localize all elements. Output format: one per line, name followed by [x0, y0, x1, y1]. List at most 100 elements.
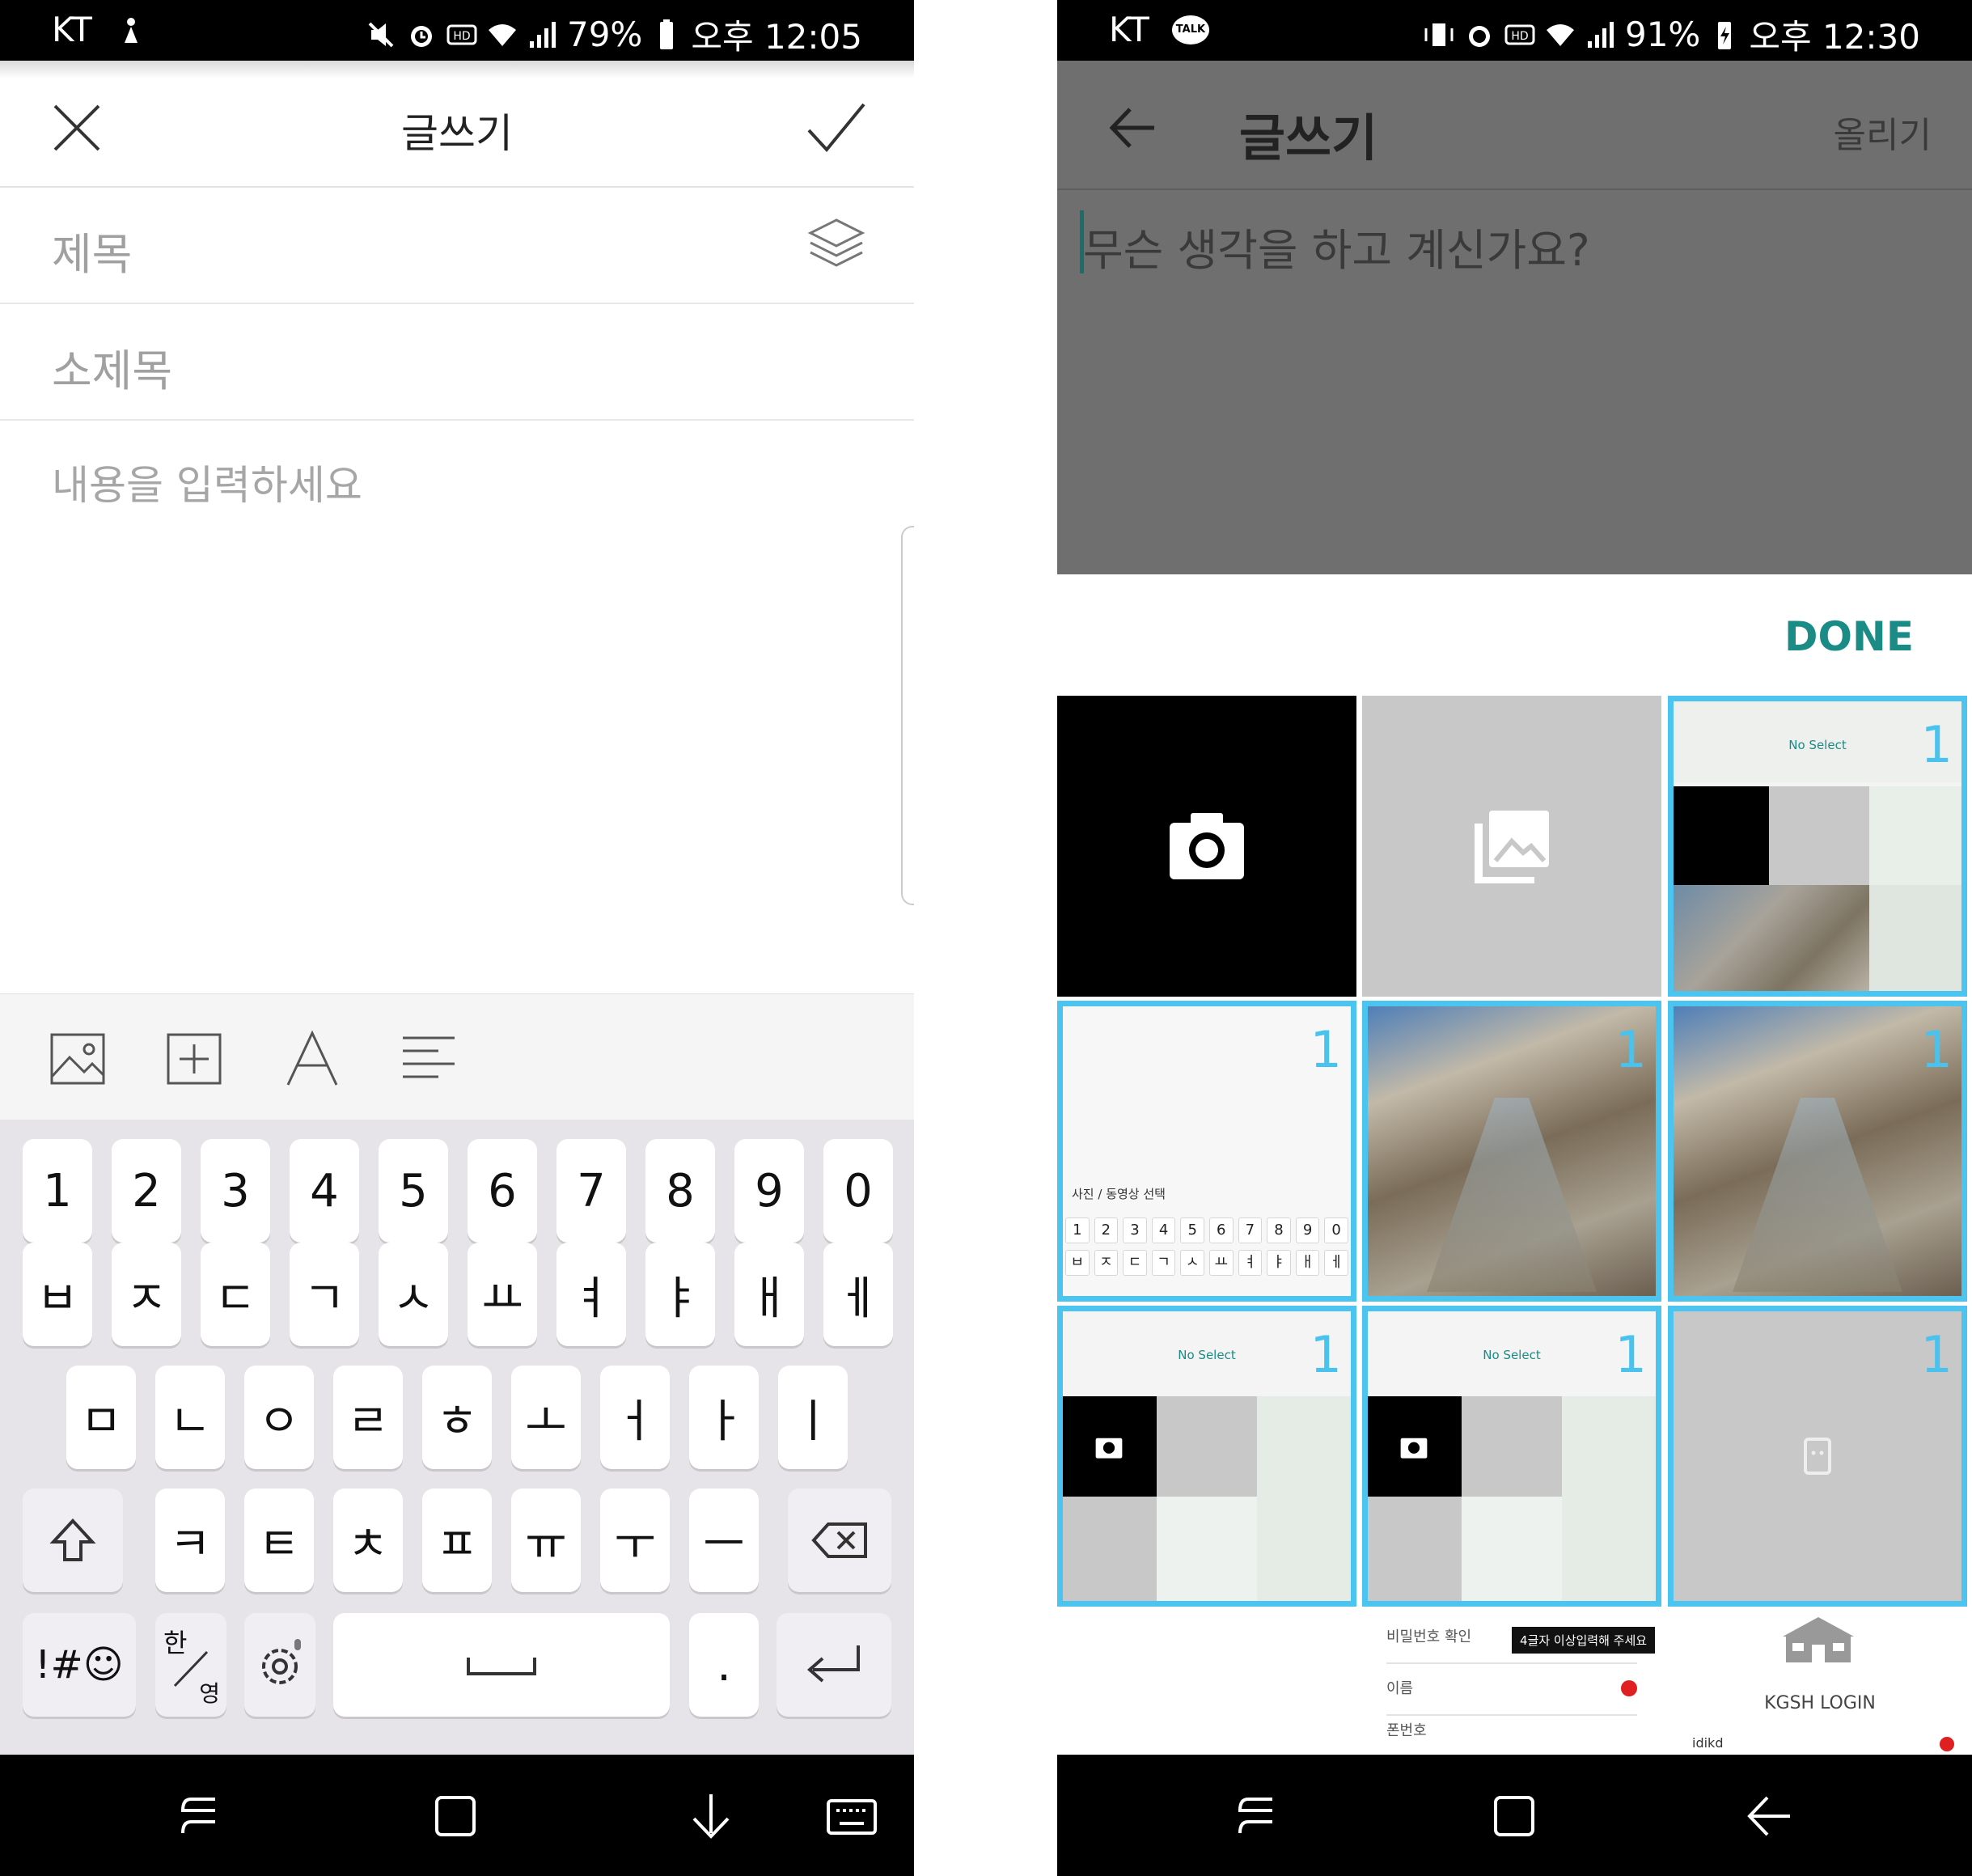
- key-row1-5[interactable]: 6: [468, 1139, 537, 1243]
- vibrate-icon: [1424, 23, 1454, 46]
- thumbnail-screenshot-4[interactable]: No Select 1: [1362, 1306, 1661, 1607]
- compose-input-placeholder[interactable]: 무슨 생각을 하고 계신가요?: [1083, 214, 1590, 278]
- key-row2-8[interactable]: ㅐ: [734, 1243, 804, 1346]
- key-row3-3[interactable]: ㄹ: [333, 1366, 403, 1469]
- wifi-icon: [488, 23, 516, 46]
- key-row2-9[interactable]: ㅔ: [823, 1243, 893, 1346]
- key-row2-6[interactable]: ㅕ: [556, 1243, 626, 1346]
- thumbnail-street-photo-2[interactable]: 1: [1668, 1001, 1967, 1302]
- key-row2-0[interactable]: ㅂ: [23, 1243, 92, 1346]
- key-row1-7[interactable]: 8: [645, 1139, 715, 1243]
- recent-apps-icon[interactable]: [175, 1791, 225, 1841]
- key-row3-2[interactable]: ㅇ: [244, 1366, 314, 1469]
- key-row1-9[interactable]: 0: [823, 1139, 893, 1243]
- scroll-handle[interactable]: [901, 526, 914, 905]
- mute-icon: [368, 22, 394, 47]
- subtitle-placeholder: 소제목: [52, 345, 173, 396]
- key-row4-6[interactable]: ㅡ: [689, 1489, 759, 1592]
- layers-icon[interactable]: [807, 215, 865, 273]
- back-arrow-icon[interactable]: [1106, 101, 1159, 155]
- body-placeholder[interactable]: 내용을 입력하세요: [52, 453, 362, 511]
- phone-field: 폰번호: [1386, 1719, 1637, 1755]
- picker-action-bar: DONE: [1057, 574, 1972, 696]
- left-phone-screen: KT HD 79% 오후 12:05 글쓰기 제목 소제목 내용을 입력하세요: [0, 0, 914, 1876]
- key-row1-8[interactable]: 9: [734, 1139, 804, 1243]
- key-row1-4[interactable]: 5: [379, 1139, 448, 1243]
- key-row3-8[interactable]: ㅣ: [778, 1366, 848, 1469]
- key-row2-2[interactable]: ㄷ: [201, 1243, 270, 1346]
- camera-tile[interactable]: [1057, 696, 1356, 997]
- subtitle-field[interactable]: 소제목: [0, 304, 914, 421]
- selection-count: 1: [1920, 1325, 1953, 1384]
- key-row1-1[interactable]: 2: [112, 1139, 181, 1243]
- page-title: 글쓰기: [1239, 108, 1378, 167]
- thumbnail-screenshot-2[interactable]: 1 사진 / 동영상 선택 1234567890 ㅂㅈㄷㄱㅅㅛㅕㅑㅐㅔ: [1057, 1001, 1356, 1302]
- key-row1-3[interactable]: 4: [290, 1139, 359, 1243]
- add-box-icon[interactable]: [165, 1030, 223, 1088]
- key-row1-0[interactable]: 1: [23, 1139, 92, 1243]
- key-row1-6[interactable]: 7: [556, 1139, 626, 1243]
- thumbnail-partial-signup[interactable]: 비밀번호 확인 4글자 이상입력해 주세요 이름 폰번호: [1362, 1616, 1661, 1755]
- key-row4-1[interactable]: ㅌ: [244, 1489, 314, 1592]
- post-button[interactable]: 올리기: [1834, 106, 1932, 158]
- carrier-label: KT: [1109, 10, 1149, 49]
- enter-key[interactable]: [777, 1613, 891, 1717]
- font-icon[interactable]: [283, 1030, 341, 1088]
- thumbnail-screenshot-1[interactable]: No Select 1: [1668, 696, 1967, 997]
- key-row3-1[interactable]: ㄴ: [155, 1366, 225, 1469]
- key-row4-3[interactable]: ㅍ: [422, 1489, 492, 1592]
- key-row4-4[interactable]: ㅠ: [511, 1489, 581, 1592]
- space-glyph: [467, 1658, 536, 1675]
- key-row3-7[interactable]: ㅏ: [689, 1366, 759, 1469]
- keyboard-icon[interactable]: [827, 1791, 877, 1841]
- home-icon[interactable]: [430, 1791, 480, 1841]
- thumbnail-street-photo-1[interactable]: 1: [1362, 1001, 1661, 1302]
- shift-key[interactable]: [23, 1489, 123, 1592]
- key-row2-5[interactable]: ㅛ: [468, 1243, 537, 1346]
- check-icon[interactable]: [804, 96, 869, 161]
- key-row2-4[interactable]: ㅅ: [379, 1243, 448, 1346]
- image-icon[interactable]: [49, 1030, 107, 1088]
- key-row3-5[interactable]: ㅗ: [511, 1366, 581, 1469]
- thumbnail-partial-1[interactable]: [1057, 1616, 1356, 1755]
- broken-image-icon: [1804, 1438, 1831, 1475]
- symbols-key[interactable]: !#☺: [23, 1613, 136, 1717]
- gallery-tile[interactable]: [1362, 696, 1661, 997]
- key-row2-1[interactable]: ㅈ: [112, 1243, 181, 1346]
- dimmed-compose-area: 글쓰기 올리기 무슨 생각을 하고 계신가요?: [1057, 61, 1972, 574]
- carrier-label: KT: [52, 10, 92, 49]
- validation-toast: 4글자 이상입력해 주세요: [1512, 1627, 1656, 1654]
- home-icon[interactable]: [1489, 1791, 1539, 1841]
- error-icon: [1621, 1680, 1637, 1696]
- key-row4-2[interactable]: ㅊ: [333, 1489, 403, 1592]
- key-row4-5[interactable]: ㅜ: [600, 1489, 670, 1592]
- title-field[interactable]: 제목: [0, 188, 914, 304]
- battery-charging-icon: [1718, 21, 1732, 49]
- mini-keyboard-row-2: ㅂㅈㄷㄱㅅㅛㅕㅑㅐㅔ: [1065, 1250, 1348, 1276]
- language-toggle-key[interactable]: 한 영: [155, 1613, 226, 1717]
- notification-icon: [124, 17, 138, 43]
- system-nav-bar: [0, 1755, 914, 1876]
- back-icon[interactable]: [1745, 1791, 1795, 1841]
- key-row3-4[interactable]: ㅎ: [422, 1366, 492, 1469]
- backspace-icon: [811, 1522, 867, 1558]
- align-icon[interactable]: [400, 1030, 458, 1088]
- key-row3-6[interactable]: ㅓ: [600, 1366, 670, 1469]
- recent-apps-icon[interactable]: [1232, 1791, 1282, 1841]
- backspace-key[interactable]: [788, 1489, 891, 1592]
- key-row3-0[interactable]: ㅁ: [66, 1366, 136, 1469]
- hide-keyboard-icon[interactable]: [686, 1791, 736, 1841]
- key-row4-0[interactable]: ㅋ: [155, 1489, 225, 1592]
- space-key[interactable]: [333, 1613, 670, 1717]
- period-key[interactable]: .: [689, 1613, 759, 1717]
- settings-key[interactable]: [244, 1613, 315, 1717]
- thumbnail-screenshot-3[interactable]: No Select 1: [1057, 1306, 1356, 1607]
- done-button[interactable]: DONE: [1784, 613, 1914, 660]
- thumbnail-partial-login[interactable]: KGSH LOGIN idikd: [1668, 1616, 1972, 1755]
- camera-icon: [1170, 813, 1244, 879]
- key-row2-7[interactable]: ㅑ: [645, 1243, 715, 1346]
- key-row2-3[interactable]: ㄱ: [290, 1243, 359, 1346]
- key-row1-2[interactable]: 3: [201, 1139, 270, 1243]
- thumbnail-placeholder[interactable]: 1: [1668, 1306, 1967, 1607]
- svg-text:HD: HD: [1511, 30, 1528, 43]
